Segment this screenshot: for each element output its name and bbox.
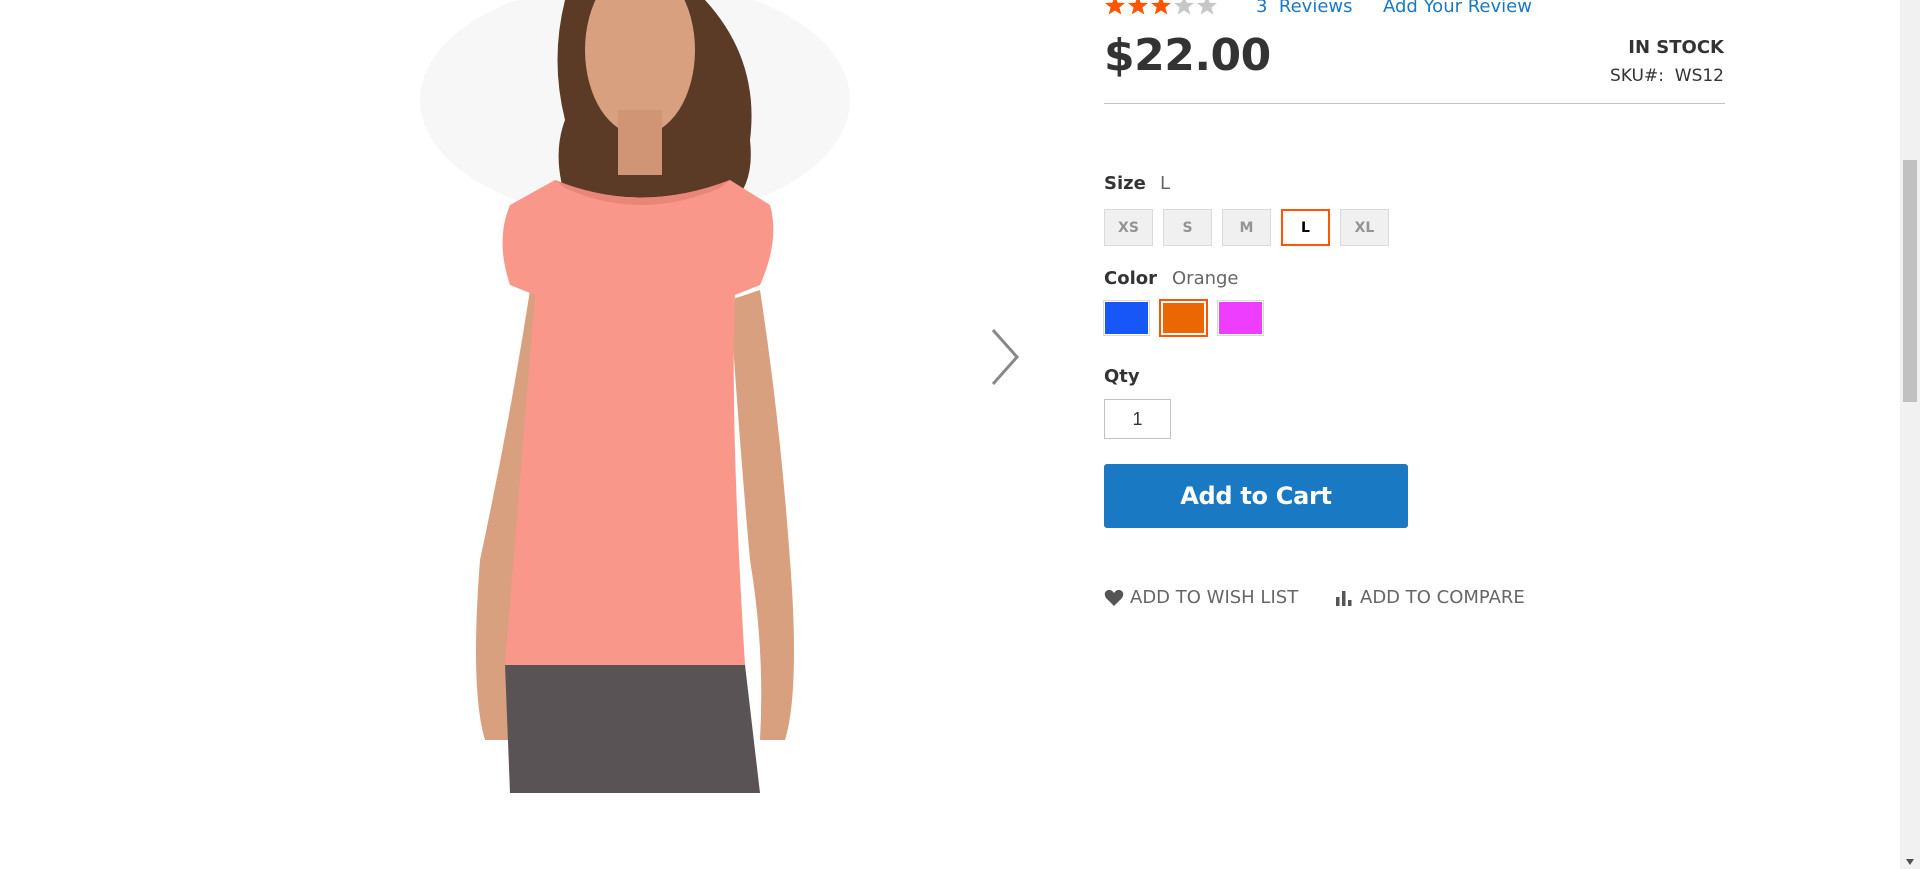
page-scrollbar[interactable]: [1900, 0, 1920, 869]
rating-summary: [1104, 0, 1218, 16]
sku: SKU#: WS12: [1610, 66, 1724, 86]
star-icon: [1197, 0, 1217, 15]
stock-status: IN STOCK: [1628, 37, 1724, 58]
sku-label: SKU#:: [1610, 66, 1664, 86]
color-options: [1103, 299, 1264, 337]
size-option-s[interactable]: S: [1163, 209, 1212, 246]
size-option-xl[interactable]: XL: [1340, 209, 1389, 246]
qty-input[interactable]: [1104, 399, 1171, 439]
color-selected-value: Orange: [1172, 268, 1239, 289]
star-icon: [1128, 0, 1148, 15]
color-option-purple[interactable]: [1217, 300, 1264, 336]
add-to-wishlist-link[interactable]: Add to Wish List: [1104, 587, 1298, 608]
star-icon: [1174, 0, 1194, 15]
size-label: Size: [1104, 173, 1146, 194]
compare-icon: [1336, 590, 1352, 606]
color-option-blue[interactable]: [1103, 300, 1150, 336]
size-option-xs[interactable]: XS: [1104, 209, 1153, 246]
add-to-compare-link[interactable]: Add to Compare: [1334, 587, 1525, 608]
add-to-cart-button[interactable]: Add to Cart: [1104, 464, 1408, 528]
size-option-m[interactable]: M: [1222, 209, 1271, 246]
sku-value: WS12: [1674, 66, 1724, 86]
size-selected-value: L: [1160, 173, 1171, 194]
gallery-next-arrow[interactable]: [985, 322, 1025, 392]
scroll-down-arrow-icon[interactable]: [1906, 859, 1914, 865]
divider: [1104, 103, 1725, 104]
rating-stars: [1104, 0, 1218, 15]
color-option-orange[interactable]: [1159, 299, 1208, 337]
reviews-count: 3: [1256, 0, 1268, 17]
star-icon: [1105, 0, 1125, 15]
size-option-l[interactable]: L: [1281, 209, 1330, 246]
reviews-word: Reviews: [1278, 0, 1353, 17]
reviews-link[interactable]: 3 Reviews: [1256, 0, 1353, 17]
wishlist-label: Add to Wish List: [1130, 587, 1299, 608]
heart-icon: [1104, 589, 1124, 606]
product-price: $22.00: [1104, 30, 1271, 81]
qty-label: Qty: [1104, 366, 1140, 387]
scrollbar-thumb[interactable]: [1903, 160, 1917, 402]
star-icon: [1151, 0, 1171, 15]
color-label: Color: [1104, 268, 1157, 289]
compare-label: Add to Compare: [1360, 587, 1525, 608]
size-options: XS S M L XL: [1104, 209, 1389, 246]
add-review-link[interactable]: Add Your Review: [1383, 0, 1532, 17]
product-main-image[interactable]: [360, 0, 880, 793]
